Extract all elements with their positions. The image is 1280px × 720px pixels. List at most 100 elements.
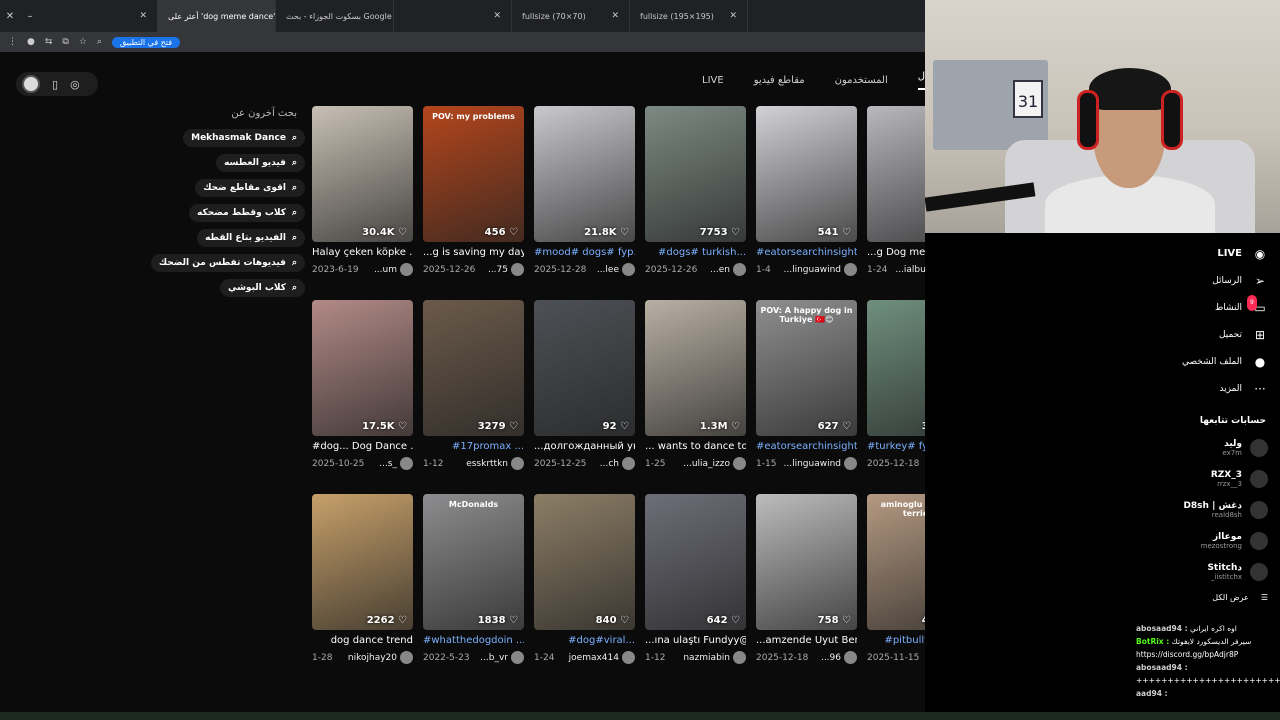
- video-caption[interactable]: #eatorsearchinsights: [756, 441, 857, 452]
- video-caption[interactable]: dog dance trend: [312, 635, 413, 646]
- video-thumbnail[interactable]: 2262 ♡: [312, 494, 413, 630]
- video-author[interactable]: ...s_: [379, 457, 413, 470]
- following-account[interactable]: وليد ex7m: [1130, 432, 1280, 463]
- video-card[interactable]: 21.8K ♡ #mood# dogs# fyp... 2025-12-28 ...l…: [534, 106, 635, 276]
- video-caption[interactable]: ...amzende Uyut Beni: [756, 635, 857, 646]
- video-caption[interactable]: #dog... Dog Dance ...: [312, 441, 413, 452]
- close-tab-icon[interactable]: ✕: [611, 11, 619, 21]
- tab-users[interactable]: المستخدمون: [835, 75, 888, 86]
- browser-tab[interactable]: fullsize (70×70) ✕: [512, 0, 630, 32]
- video-author[interactable]: ...75: [488, 263, 524, 276]
- video-card[interactable]: POV: my problems 456 ♡ ...g is saving my d…: [423, 106, 524, 276]
- video-author[interactable]: ...linguawind: [784, 263, 857, 276]
- video-card[interactable]: POV: A happy dog in Turkiye 🇹🇷😊 627 ♡ #eat…: [756, 300, 857, 470]
- video-caption[interactable]: #turkey# fyr# fyp ...: [867, 441, 925, 452]
- video-thumbnail[interactable]: 642 ♡: [645, 494, 746, 630]
- video-thumbnail[interactable]: 840 ♡: [534, 494, 635, 630]
- video-thumbnail[interactable]: 21.8K ♡: [534, 106, 635, 242]
- video-caption[interactable]: #eatorsearchinsights: [756, 247, 857, 258]
- video-card[interactable]: aminoglu pitbull terrier 4892 ♡ #pitbullte…: [867, 494, 925, 664]
- video-thumbnail[interactable]: aminoglu pitbull terrier 4892 ♡: [867, 494, 925, 630]
- video-author[interactable]: ...linguawind: [784, 457, 857, 470]
- tab-top[interactable]: ل: [917, 71, 925, 90]
- video-author[interactable]: ...96: [821, 651, 857, 664]
- phone-icon[interactable]: ▯: [52, 78, 58, 91]
- close-tab-icon[interactable]: ✕: [139, 11, 147, 21]
- video-thumbnail[interactable]: POV: A happy dog in Turkiye 🇹🇷😊 627 ♡: [756, 300, 857, 436]
- related-search-chip[interactable]: كلاب البوشي ⌕: [175, 279, 305, 297]
- video-thumbnail[interactable]: 92 ♡: [534, 300, 635, 436]
- compass-icon[interactable]: ◎: [70, 78, 80, 91]
- profile-icon[interactable]: ●: [27, 37, 35, 47]
- video-card[interactable]: 758 ♡ ...amzende Uyut Beni 2025-12-18 ...96: [756, 494, 857, 664]
- video-thumbnail[interactable]: 3279 ♡: [423, 300, 524, 436]
- video-caption[interactable]: #whatthedogdoin ...: [423, 635, 524, 646]
- tab-videos[interactable]: مقاطع فيديو: [754, 75, 805, 86]
- video-author[interactable]: ...b_vr: [480, 651, 524, 664]
- video-card[interactable]: McDonalds 1838 ♡ #whatthedogdoin ... 2022-5…: [423, 494, 524, 664]
- related-search-chip[interactable]: فيديوهات تفطس من الضحك ⌕: [150, 254, 305, 272]
- video-card[interactable]: 1.3M ♡ ... wants to dance too 1-25 ...ulia_…: [645, 300, 746, 470]
- close-tab-icon[interactable]: ✕: [729, 11, 737, 21]
- tab-live[interactable]: LIVE: [702, 75, 724, 86]
- video-author[interactable]: ...ialburadan: [895, 263, 925, 276]
- video-card[interactable]: 3034 ♡ #turkey# fyr# fyp ... 2025-12-18...…: [867, 300, 925, 470]
- browser-tab[interactable]: أعثر على 'dog meme dance'✕: [158, 0, 276, 32]
- video-caption[interactable]: #dog#viral...: [534, 635, 635, 646]
- video-thumbnail[interactable]: 30.4K ♡: [312, 106, 413, 242]
- sidebar-item-live[interactable]: LIVE ◉: [1130, 240, 1280, 267]
- menu-icon[interactable]: ⋮: [8, 37, 17, 47]
- video-caption[interactable]: #dogs# turkish...: [645, 247, 746, 258]
- video-thumbnail[interactable]: 541 ♡: [756, 106, 857, 242]
- following-account[interactable]: موعااز mezostrong: [1130, 525, 1280, 556]
- video-card[interactable]: 840 ♡ #dog#viral... 1-24 joemax414: [534, 494, 635, 664]
- translate-icon[interactable]: ⇆: [45, 37, 53, 47]
- bookmark-star-icon[interactable]: ☆: [79, 37, 87, 47]
- open-in-app-button[interactable]: فتح في التطبيق: [111, 36, 181, 48]
- video-author[interactable]: ...um: [374, 263, 413, 276]
- video-caption[interactable]: ...g Dog meme funny: [867, 247, 925, 258]
- video-thumbnail[interactable]: 17.5K ♡: [312, 300, 413, 436]
- sidebar-item-activity[interactable]: النشاط ▭ 9: [1130, 294, 1280, 321]
- video-caption[interactable]: ...долгожданный укус: [534, 441, 635, 452]
- video-card[interactable]: 541 ♡ #eatorsearchinsights 1-4 ...linguawin…: [756, 106, 857, 276]
- sidebar-item-more[interactable]: المزيد ···: [1130, 375, 1280, 402]
- see-all-link[interactable]: عرض الكل ☰: [1130, 593, 1280, 602]
- video-card[interactable]: 92 ♡ ...долгожданный укус 2025-12-25 ...ch: [534, 300, 635, 470]
- browser-tab[interactable]: ✕: [394, 0, 512, 32]
- following-account[interactable]: D8sh | دغش reald8sh: [1130, 494, 1280, 525]
- close-window-icon[interactable]: ✕: [0, 11, 20, 22]
- video-card[interactable]: 3279 ♡ #17promax ... 1-12 esskrttkn: [423, 300, 524, 470]
- video-card[interactable]: 7753 ♡ #dogs# turkish... 2025-12-26 ...en: [645, 106, 746, 276]
- search-icon[interactable]: ⌕: [97, 37, 102, 47]
- video-caption[interactable]: ... wants to dance too: [645, 441, 746, 452]
- video-card[interactable]: 17.5K ♡ #dog... Dog Dance ... 2025-10-25..…: [312, 300, 413, 470]
- video-author[interactable]: ...lee: [597, 263, 635, 276]
- video-thumbnail[interactable]: McDonalds 1838 ♡: [423, 494, 524, 630]
- sidebar-item-upload[interactable]: تحميل ⊞: [1130, 321, 1280, 348]
- video-card[interactable]: 642 ♡ ...ına ulaştı Fundyy@ 1-12 nazmiabin: [645, 494, 746, 664]
- video-thumbnail[interactable]: 7753 ♡: [645, 106, 746, 242]
- video-author[interactable]: ...ulia_izzo: [683, 457, 746, 470]
- sidebar-item-profile[interactable]: الملف الشخصي ●: [1130, 348, 1280, 375]
- browser-tab[interactable]: ✕: [40, 0, 158, 32]
- video-caption[interactable]: ...ına ulaştı Fundyy@: [645, 635, 746, 646]
- close-tab-icon[interactable]: ✕: [493, 11, 501, 21]
- related-search-chip[interactable]: اقوى مقاطع ضحك ⌕: [175, 179, 305, 197]
- video-author[interactable]: ...en: [710, 263, 746, 276]
- sidebar-item-send[interactable]: الرسائل ➢: [1130, 267, 1280, 294]
- related-search-chip[interactable]: الفيديو بتاع القطه ⌕: [175, 229, 305, 247]
- avatar[interactable]: [22, 75, 40, 93]
- video-caption[interactable]: #pitbullterrier ...: [867, 635, 925, 646]
- video-thumbnail[interactable]: POV: my problems 456 ♡: [423, 106, 524, 242]
- related-search-chip[interactable]: كلاب وقطط مضحكه ⌕: [175, 204, 305, 222]
- following-account[interactable]: RZX_3 rrzx__3: [1130, 463, 1280, 494]
- browser-tab[interactable]: بسكوت الجوزاء - بحث Google✕: [276, 0, 394, 32]
- browser-tab[interactable]: fullsize (195×195) ✕: [630, 0, 748, 32]
- video-caption[interactable]: ...g is saving my days: [423, 247, 524, 258]
- video-card[interactable]: 2262 ♡ dog dance trend 1-28 nikojhay20: [312, 494, 413, 664]
- video-caption[interactable]: #mood# dogs# fyp...: [534, 247, 635, 258]
- video-thumbnail[interactable]: 758 ♡: [756, 494, 857, 630]
- video-author[interactable]: ...ch: [600, 457, 635, 470]
- extensions-icon[interactable]: ⧉: [62, 37, 68, 47]
